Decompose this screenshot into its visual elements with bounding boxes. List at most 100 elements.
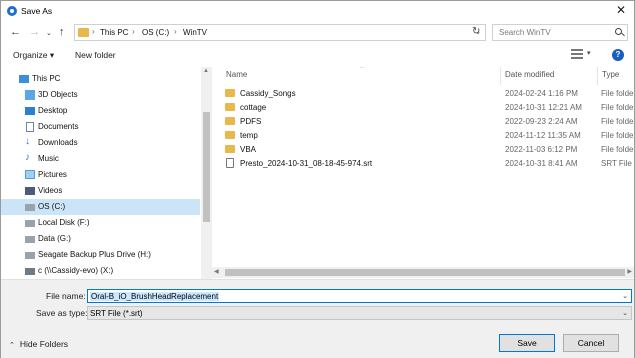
sidebar-item-music[interactable]: ♪ Music [1, 151, 200, 167]
file-type: File folde [601, 145, 634, 154]
sidebar-item-network-x[interactable]: c (\\Cassidy-evo) (X:) [1, 263, 200, 279]
sidebar-item-downloads[interactable]: ↓ Downloads [1, 135, 200, 151]
chevron-right-icon[interactable]: › [174, 27, 177, 36]
sidebar-item-label: c (\\Cassidy-evo) (X:) [38, 266, 114, 275]
file-type: File folde [601, 131, 634, 140]
desktop-icon [25, 107, 35, 115]
file-icon [226, 158, 234, 168]
sidebar-item-3d-objects[interactable]: 3D Objects [1, 87, 200, 103]
folder-icon [225, 145, 235, 153]
file-row[interactable]: PDFS 2022-09-23 2:24 AM File folde [223, 115, 634, 129]
sidebar-item-label: Data (G:) [38, 234, 71, 243]
file-date: 2024-10-31 12:21 AM [505, 103, 582, 112]
sidebar-item-seagate-h[interactable]: Seagate Backup Plus Drive (H:) [1, 247, 200, 263]
filename-dropdown-icon[interactable]: ⌄ [622, 292, 628, 300]
sidebar-item-this-pc[interactable]: This PC [1, 71, 200, 87]
chevron-right-icon[interactable]: › [132, 27, 135, 36]
music-icon: ♪ [25, 152, 30, 163]
file-name: temp [240, 131, 258, 140]
file-row[interactable]: VBA 2022-11-03 6:12 PM File folde [223, 143, 634, 157]
network-drive-icon [25, 268, 35, 275]
back-icon[interactable]: ← [10, 26, 21, 38]
documents-icon [26, 122, 34, 132]
chevron-up-icon: ⌃ [9, 342, 15, 349]
new-folder-button[interactable]: New folder [75, 50, 116, 60]
cancel-button[interactable]: Cancel [563, 334, 619, 352]
file-name: VBA [240, 145, 257, 154]
hide-folders-label: Hide Folders [19, 339, 69, 349]
sidebar-item-videos[interactable]: Videos [1, 183, 200, 199]
save-as-dialog: Save As ✕ ← → ⌄ ↑ › This PC › OS (C:) › … [0, 0, 635, 358]
breadcrumb-this-pc[interactable]: This PC [100, 28, 128, 37]
save-form: File name: Oral-B_iO_BrushHeadReplacemen… [1, 279, 634, 358]
navigation-scrollbar[interactable]: ▲ ▼ [201, 67, 212, 279]
folder-icon [78, 28, 89, 37]
hide-folders-button[interactable]: ⌃ Hide Folders [9, 339, 68, 349]
file-type: File folde [601, 117, 634, 126]
view-dropdown-icon[interactable]: ▾ [587, 49, 591, 57]
scroll-right-icon[interactable]: ▶ [627, 268, 632, 275]
saveas-type-label: Save as type: [36, 308, 88, 318]
sidebar-item-local-disk-f[interactable]: Local Disk (F:) [1, 215, 200, 231]
folder-icon [225, 117, 235, 125]
column-divider[interactable] [597, 67, 598, 85]
file-row[interactable]: cottage 2024-10-31 12:21 AM File folde [223, 101, 634, 115]
search-icon [615, 28, 622, 35]
breadcrumb-wintv[interactable]: WinTV [183, 28, 207, 37]
file-row[interactable]: Cassidy_Songs 2024-02-24 1:16 PM File fo… [223, 87, 634, 101]
help-icon[interactable]: ? [612, 49, 624, 61]
folder-icon [225, 131, 235, 139]
column-divider[interactable] [500, 67, 501, 85]
file-date: 2024-11-12 11:35 AM [505, 131, 581, 140]
sidebar-item-data-g[interactable]: Data (G:) [1, 231, 200, 247]
view-options-icon[interactable] [571, 49, 583, 59]
saveas-type-value: SRT File (*.srt) [90, 309, 143, 318]
drive-icon [25, 252, 35, 259]
filename-value[interactable]: Oral-B_iO_BrushHeadReplacement [90, 292, 220, 301]
file-row[interactable]: Presto_2024-10-31_08-18-45-974.srt 2024-… [223, 157, 634, 171]
address-bar[interactable]: › This PC › OS (C:) › WinTV ⌄ [74, 24, 486, 41]
file-name: Cassidy_Songs [240, 89, 296, 98]
search-box[interactable]: Search WinTV [492, 24, 628, 41]
horizontal-scrollbar[interactable]: ◀ ▶ [201, 267, 634, 278]
scroll-left-icon[interactable]: ◀ [214, 268, 219, 275]
chevron-down-icon[interactable]: ⌄ [622, 309, 628, 317]
column-header-date[interactable]: Date modified [505, 70, 554, 79]
sidebar-item-desktop[interactable]: Desktop [1, 103, 200, 119]
file-date: 2024-02-24 1:16 PM [505, 89, 578, 98]
forward-icon[interactable]: → [29, 26, 40, 38]
recent-locations-chevron-icon[interactable]: ⌄ [46, 29, 52, 37]
scrollbar-thumb[interactable] [225, 269, 625, 276]
save-button[interactable]: Save [499, 334, 555, 352]
sidebar-item-documents[interactable]: Documents [1, 119, 200, 135]
folder-icon [225, 103, 235, 111]
sort-indicator-icon: ⌃ [359, 67, 365, 73]
close-icon[interactable]: ✕ [616, 3, 626, 17]
file-list: ⌃ Name Date modified Type Cassidy_Songs … [213, 67, 634, 279]
organize-button[interactable]: Organize ▾ [13, 50, 54, 61]
column-header-name[interactable]: Name [226, 70, 247, 79]
downloads-icon: ↓ [25, 136, 30, 147]
filename-input[interactable]: Oral-B_iO_BrushHeadReplacement ⌄ [87, 289, 632, 303]
up-icon[interactable]: ↑ [59, 26, 65, 38]
scroll-up-icon[interactable]: ▲ [203, 68, 209, 74]
file-name: cottage [240, 103, 267, 112]
column-header-type[interactable]: Type [602, 70, 619, 79]
sidebar-item-label: Desktop [38, 106, 68, 115]
file-row[interactable]: temp 2024-11-12 11:35 AM File folde [223, 129, 634, 143]
saveas-type-select[interactable]: SRT File (*.srt) ⌄ [87, 306, 632, 320]
drive-icon [25, 220, 35, 227]
search-placeholder: Search WinTV [499, 28, 551, 37]
sidebar-item-pictures[interactable]: Pictures [1, 167, 200, 183]
refresh-icon[interactable]: ↻ [472, 26, 480, 37]
drive-icon [25, 204, 35, 211]
sidebar-item-label: 3D Objects [38, 90, 78, 99]
sidebar-item-label: Local Disk (F:) [38, 218, 90, 227]
pictures-icon [25, 170, 35, 179]
chevron-right-icon[interactable]: › [92, 27, 95, 36]
sidebar-item-os-c[interactable]: OS (C:) [1, 199, 200, 215]
drive-icon [25, 236, 35, 243]
breadcrumb-os-c[interactable]: OS (C:) [142, 28, 169, 37]
scrollbar-thumb[interactable] [203, 112, 210, 222]
file-name: Presto_2024-10-31_08-18-45-974.srt [240, 159, 373, 168]
